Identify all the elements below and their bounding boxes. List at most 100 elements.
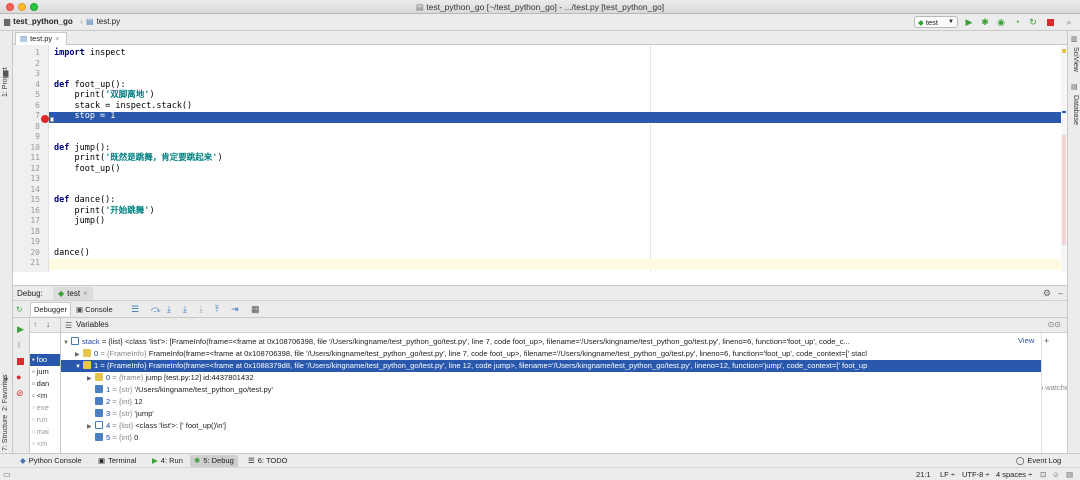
step-out-icon[interactable]: ⤒: [215, 304, 219, 315]
run-configuration-select[interactable]: ◆ test ▼: [914, 16, 958, 28]
variable-row-function[interactable]: 3 = {str} 'jump': [61, 408, 1041, 420]
line-number: 8: [35, 121, 40, 131]
step-into-icon[interactable]: ⤓: [167, 304, 171, 315]
search-everywhere-icon[interactable]: ⌕: [1064, 17, 1074, 27]
view-breakpoints-icon[interactable]: ●: [16, 372, 21, 382]
tab-debugger[interactable]: Debugger: [30, 302, 71, 316]
breadcrumb-file-label: test.py: [96, 17, 121, 26]
mute-breakpoints-icon[interactable]: ⊘: [16, 388, 24, 399]
frame-item[interactable]: ▫ <m: [32, 438, 47, 450]
breakpoint-icon[interactable]: [41, 115, 49, 123]
frame-item[interactable]: ▫ <m: [32, 390, 47, 402]
database-tool-button[interactable]: Database: [1072, 95, 1079, 125]
terminal-button[interactable]: ▣ Terminal: [94, 455, 140, 467]
tab-console[interactable]: ▣ Console: [73, 302, 116, 316]
frame-icon: ▫: [32, 391, 35, 400]
line-number: 17: [30, 216, 40, 225]
profile-icon[interactable]: ◔: [1012, 17, 1022, 27]
frame-item[interactable]: ▫ mai: [32, 426, 49, 438]
frame-icon: ▫: [32, 379, 35, 388]
watch-options-icon[interactable]: ⊙⊙: [1048, 320, 1061, 329]
frame-item[interactable]: ▫ jum: [32, 366, 49, 378]
add-watch-icon[interactable]: +: [1044, 336, 1049, 346]
frame-icon: ▫: [32, 367, 35, 376]
arrow-up-icon[interactable]: ↑: [33, 320, 37, 329]
frame-item[interactable]: ▫ exe: [32, 402, 49, 414]
line-number: 1: [35, 48, 40, 57]
structure-tool-button[interactable]: 7: Structure: [2, 415, 9, 451]
variables-label: Variables: [76, 320, 109, 329]
pause-icon[interactable]: ‖: [17, 340, 21, 350]
variable-row-index[interactable]: 5 = {int} 0: [61, 432, 1041, 444]
debug-icon[interactable]: ✱: [980, 17, 990, 27]
line-number: 16: [30, 205, 40, 215]
editor-scrollbar[interactable]: [1061, 45, 1067, 272]
collapse-icon[interactable]: ▼: [63, 337, 71, 348]
todo-button[interactable]: ☰ 6: TODO: [244, 455, 291, 467]
watches-empty-text: o watche: [1042, 383, 1067, 392]
resume-icon[interactable]: ▶: [17, 324, 24, 335]
step-over-icon[interactable]: ⤼: [151, 304, 161, 315]
python-config-icon: ◆: [58, 289, 65, 298]
variable-row-frameinfo-0[interactable]: ▶ 0 = {FrameInfo} FrameInfo(frame=<frame …: [61, 348, 1041, 360]
lock-icon[interactable]: ⊡: [1040, 469, 1046, 480]
bottom-tool-bar: ◆ Python Console ▣ Terminal ▶ 4: Run ✱ 5: De…: [0, 453, 1080, 467]
debug-toolbar: ↻ Debugger ▣ Console ☰ ⤼ ⤓ ⤓ ⤓ ⤒ ⇥ ▦: [13, 301, 1067, 318]
hide-panel-icon[interactable]: –: [1058, 288, 1063, 298]
variable-row-filename[interactable]: 1 = {str} '/Users/kingname/test_python_g…: [61, 384, 1041, 396]
run-icon[interactable]: ▶: [964, 17, 974, 27]
frame-item[interactable]: ▫ run: [32, 414, 48, 426]
keyword: import: [54, 48, 85, 58]
debug-tool-button[interactable]: ✱ 5: Debug: [190, 455, 238, 467]
code-line-4: def foot_up():: [54, 80, 126, 91]
close-icon[interactable]: ×: [55, 33, 59, 45]
stop-icon[interactable]: [17, 358, 24, 365]
run-tool-button[interactable]: ▶ 4: Run: [148, 455, 187, 467]
variable-value: 'jump': [134, 409, 154, 418]
force-step-into-icon[interactable]: ⤓: [199, 304, 203, 315]
variable-row-frame[interactable]: ▶ 0 = {frame} jump [test.py:12] id:443780…: [61, 372, 1041, 384]
view-link[interactable]: View: [1016, 336, 1035, 345]
line-number: 11: [30, 153, 40, 162]
inspector-icon[interactable]: ☺: [1052, 469, 1060, 480]
close-icon[interactable]: ×: [83, 289, 88, 298]
stop-icon[interactable]: [1045, 17, 1055, 27]
breadcrumb-file[interactable]: ▤ test.py: [86, 17, 120, 26]
breadcrumb-project[interactable]: ▆ test_python_go: [4, 17, 73, 26]
event-log-button[interactable]: ◯ Event Log: [1012, 455, 1065, 467]
caret-position[interactable]: 21:1: [916, 469, 931, 480]
list-icon: ☰: [65, 321, 73, 330]
step-into-my-code-icon[interactable]: ⤓: [183, 304, 187, 315]
frame-item[interactable]: ▪ foo: [30, 354, 60, 366]
variable-row-code-context[interactable]: ▶ 4 = {list} <class 'list'>: [' foot_up()…: [61, 420, 1041, 432]
arrow-down-icon[interactable]: ↓: [46, 320, 50, 329]
variable-row-lineno[interactable]: 2 = {int} 12: [61, 396, 1041, 408]
toggle-panels-icon[interactable]: ▭: [3, 469, 11, 480]
indent-setting[interactable]: 4 spaces ÷: [996, 469, 1032, 480]
variable-row-frameinfo-1[interactable]: ▼ 1 = {FrameInfo} FrameInfo(frame=<frame …: [61, 360, 1041, 372]
variable-row-stack[interactable]: ▼ stack = {list} <class 'list'>: [FrameIn…: [61, 336, 1041, 348]
expand-icon[interactable]: ▶: [87, 373, 95, 384]
debug-tool-window-header: Debug: ◆ test × ⚙ –: [13, 285, 1067, 301]
run-with-coverage-icon[interactable]: ◉: [996, 17, 1006, 27]
scroll-thumb[interactable]: [1062, 135, 1066, 245]
file-encoding[interactable]: UTF-8 ÷: [962, 469, 989, 480]
expand-icon[interactable]: ▶: [87, 421, 95, 432]
sciview-tool-button[interactable]: SciView: [1072, 47, 1079, 72]
concurrency-icon[interactable]: ↻: [1028, 17, 1038, 27]
editor-tab-test-py[interactable]: ▤ test.py ×: [15, 32, 67, 45]
line-number: 7: [35, 111, 40, 120]
line-separator[interactable]: LF ÷: [940, 469, 955, 480]
notifications-icon[interactable]: ▤: [1066, 469, 1073, 480]
rerun-icon[interactable]: ↻: [16, 305, 23, 314]
gear-icon[interactable]: ⚙: [1043, 288, 1051, 299]
run-to-cursor-icon[interactable]: ⇥: [231, 304, 239, 315]
frame-item[interactable]: ▫ dan: [32, 378, 49, 390]
debug-session-tab[interactable]: ◆ test ×: [53, 287, 93, 300]
variable-value: 0: [134, 433, 139, 442]
show-execution-point-icon[interactable]: ☰: [131, 304, 139, 315]
collapse-icon[interactable]: ▼: [75, 361, 83, 372]
python-console-button[interactable]: ◆ Python Console: [16, 455, 86, 467]
evaluate-expression-icon[interactable]: ▦: [251, 304, 260, 315]
expand-icon[interactable]: ▶: [75, 349, 83, 360]
